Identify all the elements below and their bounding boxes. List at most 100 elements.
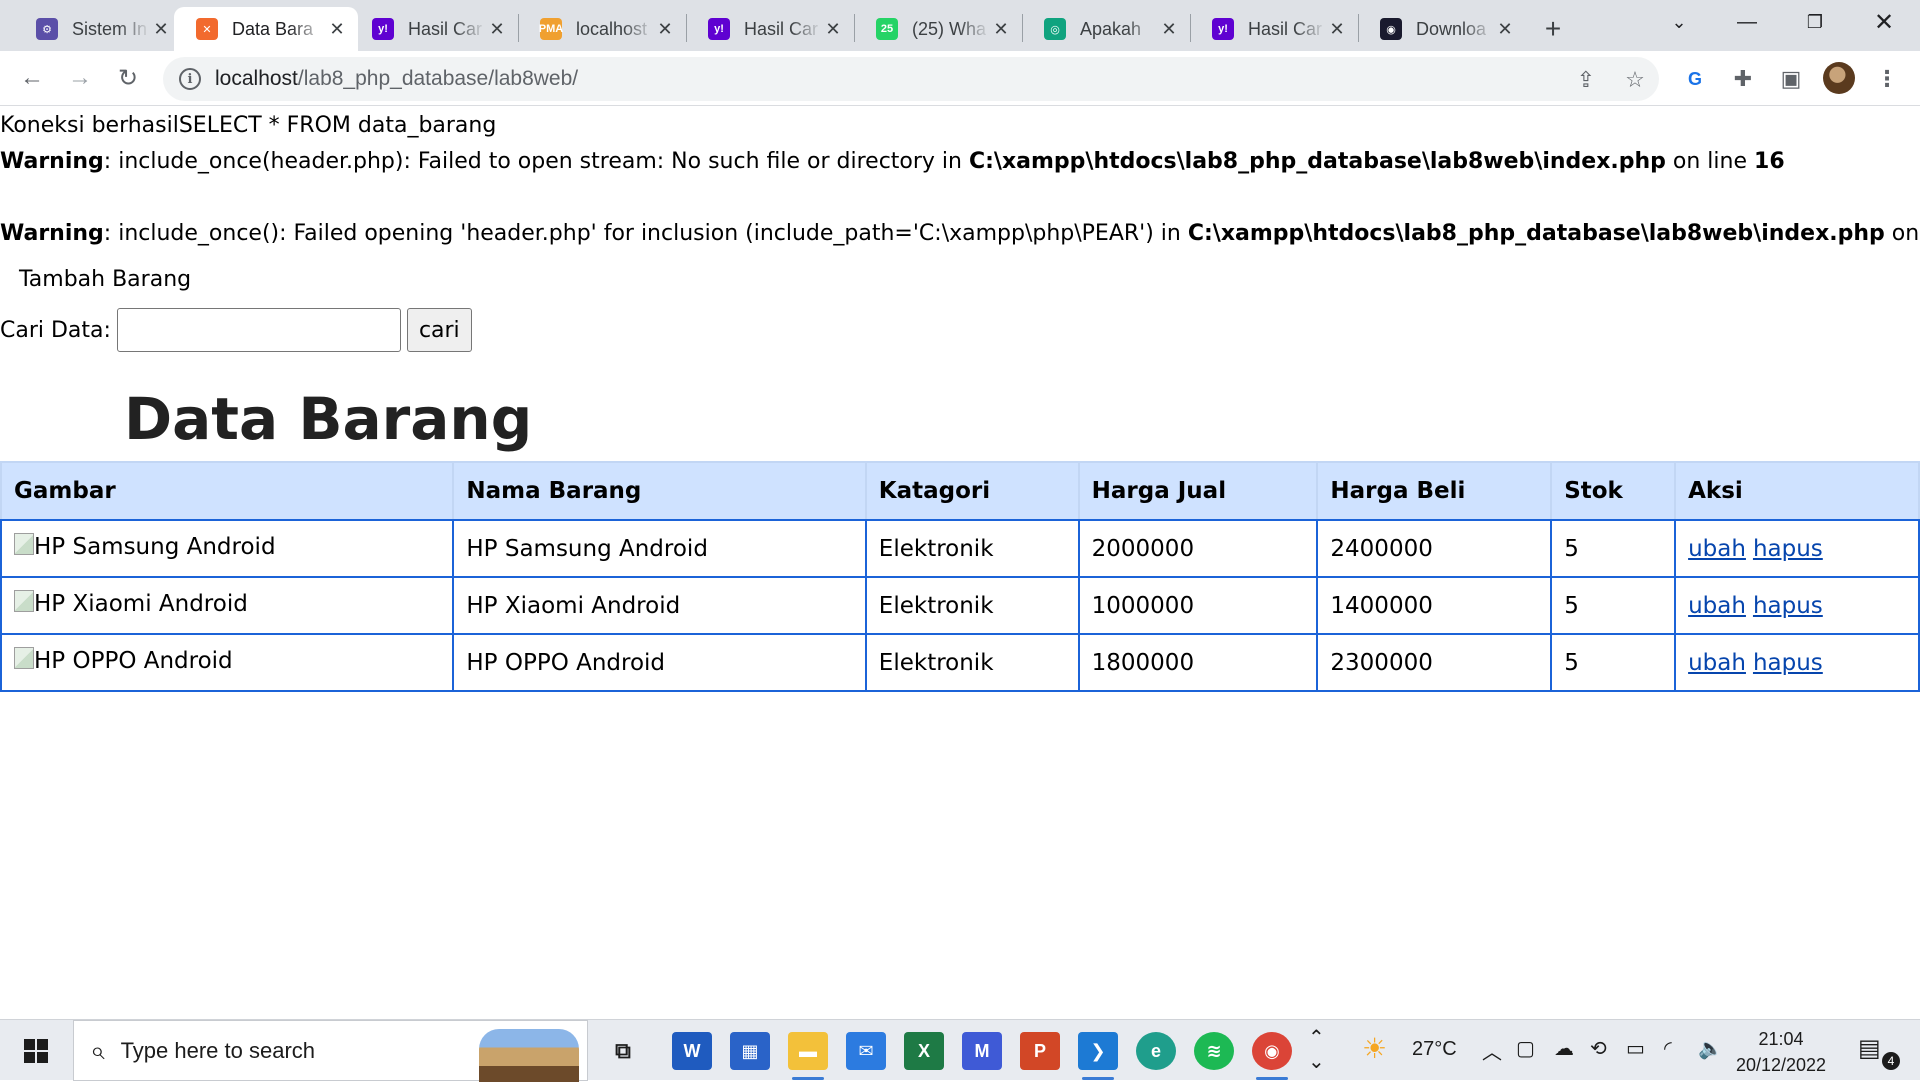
battery-icon[interactable]: ▭ <box>1626 1036 1645 1061</box>
warning-label: Warning <box>0 221 104 246</box>
tab-favicon-icon: ◎ <box>1044 18 1066 40</box>
image-cell: HP Xiaomi Android <box>0 576 455 635</box>
edit-link[interactable]: ubah <box>1688 536 1746 562</box>
maple-icon[interactable]: M <box>962 1032 1002 1070</box>
menu-kebab-icon[interactable]: ⋮ <box>1872 64 1902 94</box>
tab-close-icon[interactable]: ✕ <box>654 18 676 40</box>
volume-icon[interactable]: 🔈 <box>1698 1036 1723 1061</box>
image-cell: HP OPPO Android <box>0 633 455 692</box>
vscode-icon[interactable]: ❯ <box>1078 1032 1118 1080</box>
column-header: Stok <box>1550 461 1677 521</box>
task-view-icon[interactable]: ⧉ <box>603 1032 643 1070</box>
mail-icon[interactable]: ✉ <box>846 1032 886 1070</box>
data-table: Gambar Nama Barang Katagori Harga Jual H… <box>0 461 1920 692</box>
google-translate-icon[interactable]: G <box>1680 64 1710 94</box>
search-input[interactable] <box>116 308 401 352</box>
taskbar-search-placeholder: Type here to search <box>120 1037 316 1063</box>
forward-arrow-icon[interactable]: → <box>62 60 98 96</box>
tab-favicon-icon: PMA <box>539 18 563 40</box>
column-header: Gambar <box>0 461 455 521</box>
minimize-button[interactable]: — <box>1713 0 1781 44</box>
address-bar[interactable]: i localhost/lab8_php_database/lab8web/ ⇪… <box>163 57 1659 101</box>
search-form: Cari Data: cari <box>0 308 472 352</box>
category-cell: Elektronik <box>864 519 1080 578</box>
bookmark-star-icon[interactable]: ☆ <box>1622 67 1648 93</box>
tab-close-icon[interactable]: ✕ <box>1158 18 1180 40</box>
url-host: localhost <box>215 67 298 90</box>
back-arrow-icon[interactable]: ← <box>14 60 50 96</box>
excel-icon[interactable]: X <box>904 1032 944 1070</box>
tab-favicon-icon: 25 <box>876 18 898 40</box>
weather-icon[interactable]: ☀ <box>1362 1032 1387 1065</box>
browser-tab[interactable]: y! Hasil Car ✕ <box>1190 7 1358 51</box>
scroll-arrows-icon[interactable]: ⌃ ⌄ <box>1308 1026 1325 1074</box>
site-info-icon[interactable]: i <box>179 68 201 90</box>
add-item-link[interactable]: Tambah Barang <box>19 267 191 292</box>
search-button[interactable]: cari <box>406 308 472 352</box>
clock-date: 20/12/2022 <box>1735 1055 1827 1075</box>
column-header: Harga Jual <box>1077 461 1319 521</box>
powerpoint-icon[interactable]: P <box>1020 1032 1060 1070</box>
browser-tab[interactable]: 25 (25) Wha ✕ <box>854 7 1022 51</box>
microsoft-store-icon[interactable]: ▦ <box>730 1032 770 1070</box>
browser-tab[interactable]: y! Hasil Car ✕ <box>686 7 854 51</box>
tab-title: Sistem In <box>72 18 148 39</box>
edge-icon[interactable]: e <box>1136 1032 1176 1070</box>
spotify-icon[interactable]: ≋ <box>1194 1032 1234 1070</box>
wifi-icon[interactable]: ◜ <box>1664 1036 1672 1061</box>
browser-tab[interactable]: PMA localhost ✕ <box>518 7 686 51</box>
tab-close-icon[interactable]: ✕ <box>822 18 844 40</box>
tab-close-icon[interactable]: ✕ <box>486 18 508 40</box>
table-header-row: Gambar Nama Barang Katagori Harga Jual H… <box>0 461 1920 521</box>
buy-price-cell: 2400000 <box>1316 519 1553 578</box>
tab-close-icon[interactable]: ✕ <box>326 18 348 40</box>
sell-price-cell: 1000000 <box>1077 576 1319 635</box>
tab-close-icon[interactable]: ✕ <box>1494 18 1516 40</box>
delete-link[interactable]: hapus <box>1753 593 1823 619</box>
share-icon[interactable]: ⇪ <box>1573 67 1599 93</box>
image-alt-text: HP OPPO Android <box>34 647 233 674</box>
warning-label: Warning <box>0 149 104 174</box>
broken-image: HP Xiaomi Android <box>14 589 248 617</box>
show-hidden-icons-icon[interactable]: ︿ <box>1482 1036 1502 1065</box>
warning-text: : include_once(): Failed opening 'header… <box>103 221 1188 246</box>
onedrive-icon[interactable]: ☁ <box>1554 1036 1574 1061</box>
delete-link[interactable]: hapus <box>1753 650 1823 676</box>
column-header: Nama Barang <box>452 461 867 521</box>
side-panel-icon[interactable]: ▣ <box>1776 64 1806 94</box>
new-tab-button[interactable]: + <box>1536 12 1570 46</box>
url-text[interactable]: localhost/lab8_php_database/lab8web/ <box>215 67 578 91</box>
meet-now-icon[interactable]: ▢ <box>1516 1036 1535 1061</box>
edit-link[interactable]: ubah <box>1688 650 1746 676</box>
tab-close-icon[interactable]: ✕ <box>1326 18 1348 40</box>
taskbar-search-box[interactable]: ⌕ Type here to search <box>73 1020 588 1082</box>
browser-tab[interactable]: y! Hasil Car ✕ <box>350 7 518 51</box>
table-row: HP OPPO Android HP OPPO Android Elektron… <box>0 633 1920 692</box>
temperature-text[interactable]: 27°C <box>1412 1038 1457 1061</box>
word-icon[interactable]: W <box>672 1032 712 1070</box>
tab-search-chevron-icon[interactable]: ⌄ <box>1645 0 1713 44</box>
column-header: Harga Beli <box>1316 461 1553 521</box>
chrome-icon[interactable]: ◉ <box>1252 1032 1292 1080</box>
notification-icon[interactable]: ▤ <box>1858 1034 1881 1063</box>
broken-image-icon <box>14 532 34 555</box>
edit-link[interactable]: ubah <box>1688 593 1746 619</box>
close-window-button[interactable]: ✕ <box>1850 0 1918 44</box>
buy-price-cell: 2300000 <box>1316 633 1553 692</box>
clock[interactable]: 21:04 20/12/2022 <box>1726 1026 1836 1078</box>
browser-tab[interactable]: ◉ Downloa ✕ <box>1358 7 1526 51</box>
browser-tab[interactable]: ✕ Data Bara ✕ <box>174 7 358 51</box>
restore-button[interactable]: ❐ <box>1781 0 1849 44</box>
browser-tab[interactable]: ⚙ Sistem In ✕ <box>14 7 182 51</box>
tab-close-icon[interactable]: ✕ <box>990 18 1012 40</box>
reload-icon[interactable]: ↻ <box>110 60 146 96</box>
browser-tab[interactable]: ◎ Apakah ✕ <box>1022 7 1190 51</box>
table-row: HP Xiaomi Android HP Xiaomi Android Elek… <box>0 576 1920 635</box>
delete-link[interactable]: hapus <box>1753 536 1823 562</box>
file-explorer-icon[interactable]: ▬ <box>788 1032 828 1080</box>
profile-avatar[interactable] <box>1823 62 1855 94</box>
sync-icon[interactable]: ⟲ <box>1590 1036 1607 1061</box>
windows-start-icon[interactable] <box>14 1034 58 1068</box>
tab-close-icon[interactable]: ✕ <box>150 18 172 40</box>
extensions-puzzle-icon[interactable]: ✚ <box>1728 64 1758 94</box>
